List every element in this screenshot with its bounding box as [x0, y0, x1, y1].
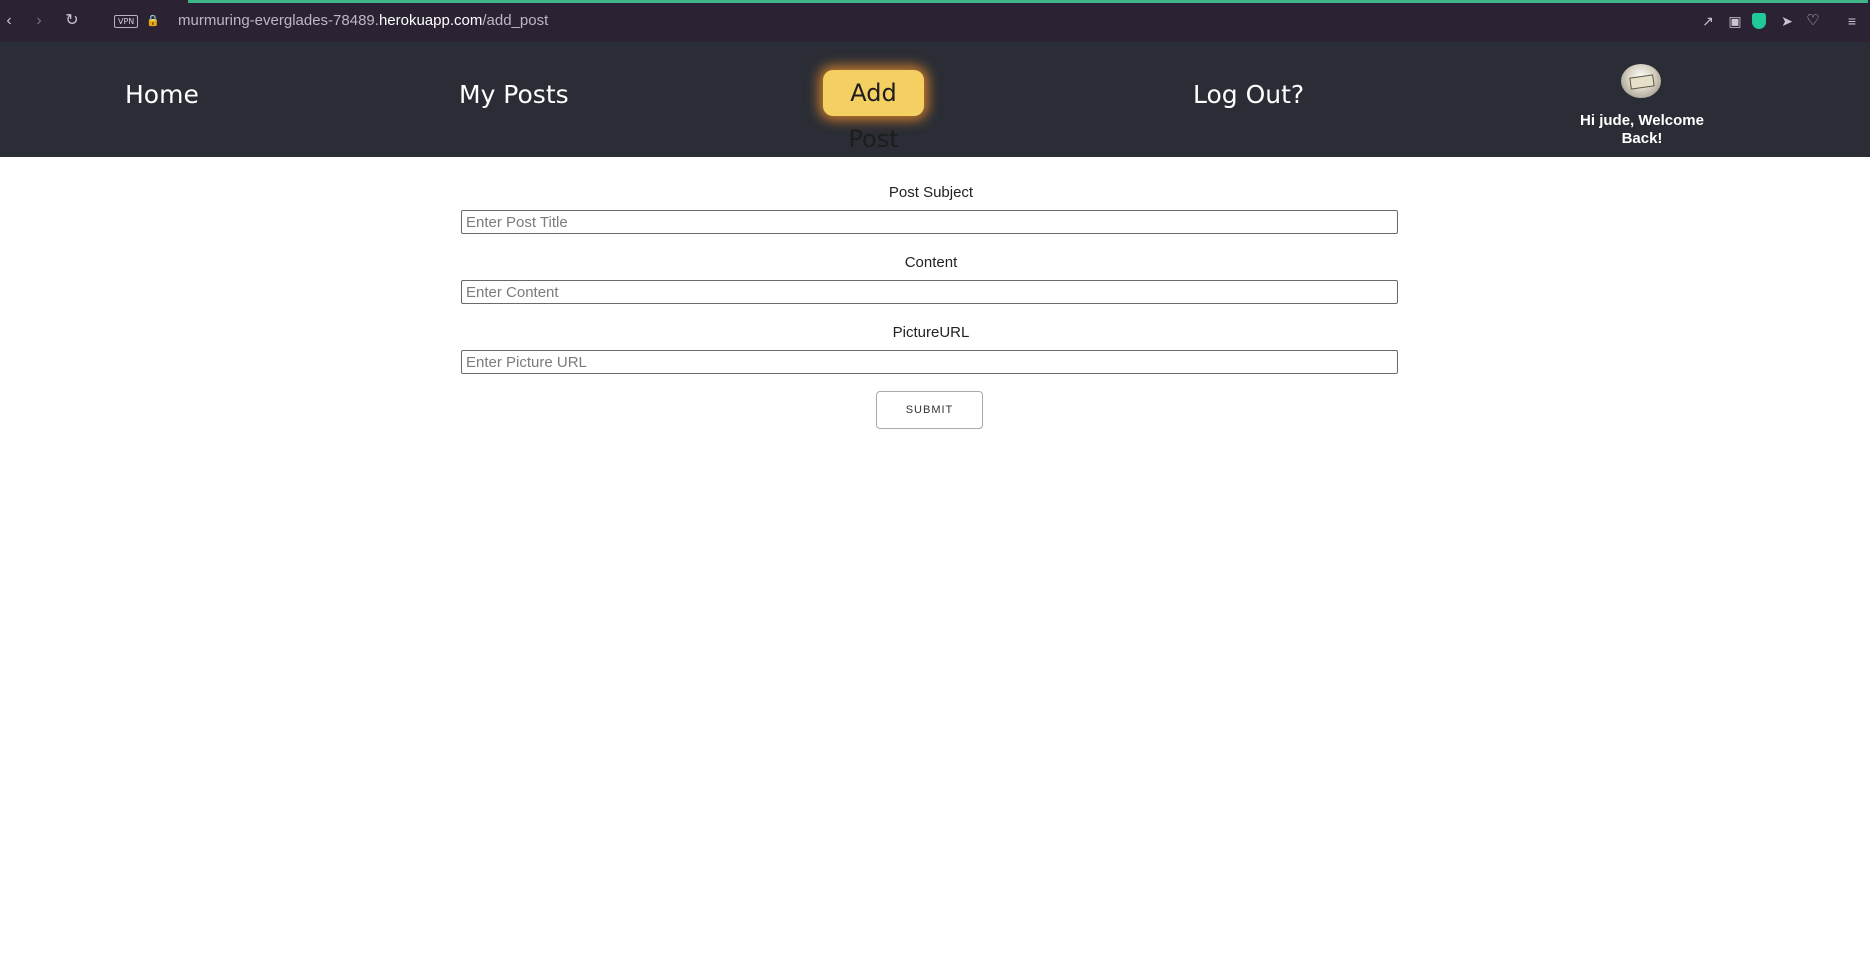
nav-home-link[interactable]: Home [125, 80, 199, 110]
user-avatar [1621, 64, 1661, 98]
welcome-message: Hi jude, Welcome Back! [1580, 112, 1704, 147]
url-prefix: murmuring-everglades-78489. [178, 12, 379, 29]
url-host: herokuapp.com [378, 12, 483, 29]
browser-toolbar: ‹ › ↻ VPN 🔒 murmuring-everglades-78489.h… [0, 0, 1870, 42]
nav-my-posts-link[interactable]: My Posts [459, 80, 569, 110]
submit-button[interactable]: SUBMIT [876, 391, 983, 429]
url-path: /add_post [482, 12, 549, 29]
share-icon[interactable]: ↗ [1699, 12, 1717, 30]
content-input[interactable] [461, 280, 1398, 304]
adblock-shield-icon[interactable] [1752, 13, 1766, 29]
content-label: Content [904, 254, 958, 271]
post-subject-label: Post Subject [888, 184, 974, 201]
site-navbar: Home My Posts Add Post Log Out? Hi jude,… [0, 42, 1870, 157]
forward-icon[interactable]: › [30, 12, 48, 30]
reload-icon[interactable]: ↻ [63, 12, 81, 30]
camera-icon[interactable]: ▣ [1726, 12, 1744, 30]
vpn-badge[interactable]: VPN [114, 15, 139, 28]
menu-icon[interactable]: ≡ [1843, 12, 1861, 30]
send-icon[interactable]: ➤ [1778, 12, 1796, 30]
picture-url-input[interactable] [461, 350, 1398, 374]
nav-add-post-button[interactable]: Add Post [823, 70, 924, 153]
page-load-indicator [188, 0, 1868, 3]
picture-url-label: PictureURL [892, 324, 970, 341]
lock-icon[interactable]: 🔒 [144, 12, 162, 30]
nav-log-out-link[interactable]: Log Out? [1193, 80, 1304, 110]
back-icon[interactable]: ‹ [0, 12, 18, 30]
post-subject-input[interactable] [461, 210, 1398, 234]
keyboard-image [1629, 74, 1655, 90]
address-bar[interactable]: murmuring-everglades-78489.herokuapp.com… [178, 12, 548, 30]
heart-icon[interactable]: ♡ [1804, 12, 1822, 30]
